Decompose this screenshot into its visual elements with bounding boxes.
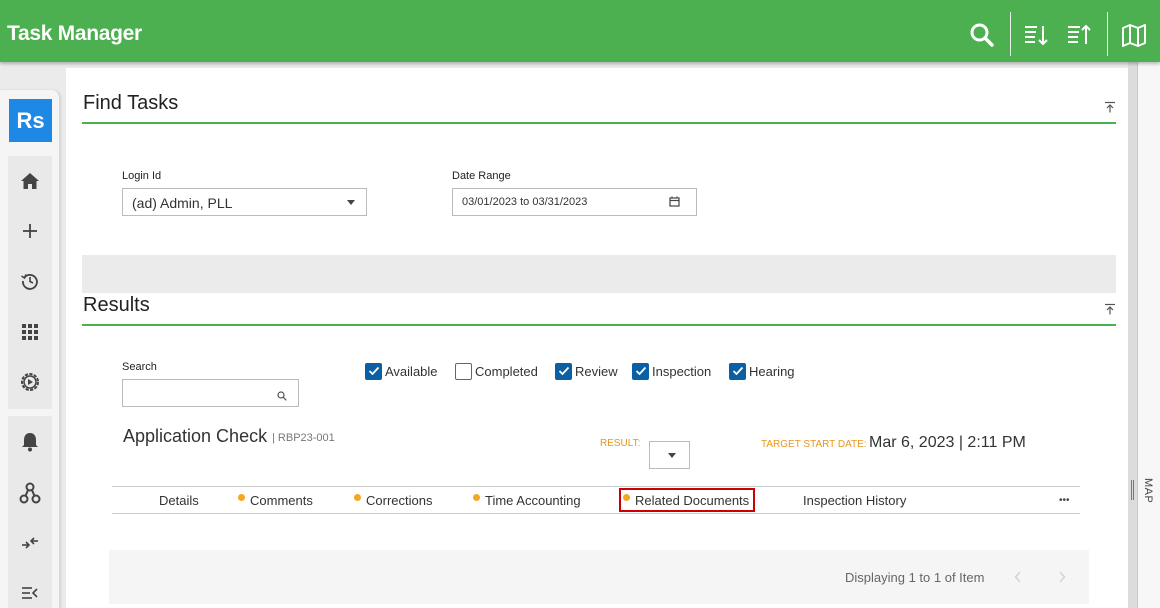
chevron-left-icon[interactable] bbox=[1014, 570, 1022, 588]
app-title: Task Manager bbox=[7, 22, 142, 45]
section-gap bbox=[82, 255, 1116, 293]
login-id-select[interactable]: (ad) Admin, PLL bbox=[122, 188, 367, 216]
tab-time-accounting[interactable]: Time Accounting bbox=[473, 487, 581, 514]
target-start-label: TARGET START DATE: bbox=[761, 439, 867, 450]
tab-label: Time Accounting bbox=[485, 493, 581, 508]
tab-label: Corrections bbox=[366, 493, 433, 508]
chevron-down-icon bbox=[347, 200, 355, 205]
find-tasks-header: Find Tasks bbox=[82, 92, 1116, 124]
filter-label: Hearing bbox=[749, 363, 795, 379]
tab-related-documents[interactable]: Related Documents bbox=[619, 488, 756, 512]
tab-details[interactable]: Details bbox=[159, 487, 199, 514]
login-id-label: Login Id bbox=[122, 170, 162, 182]
find-tasks-title: Find Tasks bbox=[83, 92, 179, 114]
notification-dot bbox=[238, 494, 245, 501]
tab-label: Comments bbox=[250, 493, 313, 508]
task-id: | RBP23-001 bbox=[272, 432, 335, 444]
transfer-icon[interactable] bbox=[8, 521, 52, 565]
task-title[interactable]: Application Check bbox=[123, 426, 267, 447]
checkbox-unchecked-icon[interactable] bbox=[455, 362, 472, 380]
filter-label: Review bbox=[575, 363, 618, 379]
results-pager: Displaying 1 to 1 of Item bbox=[109, 550, 1089, 604]
map-tab-label[interactable]: MAP bbox=[1142, 478, 1154, 503]
filter-completed-checkbox[interactable]: Completed bbox=[455, 362, 538, 380]
more-tabs-icon[interactable]: ••• bbox=[1059, 487, 1070, 514]
checkbox-checked-icon[interactable] bbox=[555, 362, 572, 380]
history-icon[interactable] bbox=[8, 259, 52, 303]
chevron-right-icon[interactable] bbox=[1058, 570, 1066, 588]
app-logo[interactable]: Rs bbox=[9, 99, 52, 142]
search-label: Search bbox=[122, 361, 157, 373]
notification-dot bbox=[623, 493, 630, 501]
collapse-icon[interactable] bbox=[1104, 100, 1116, 118]
results-title: Results bbox=[83, 294, 150, 316]
date-range-input[interactable]: 03/01/2023 to 03/31/2023 bbox=[452, 188, 697, 216]
sort-descending-icon[interactable] bbox=[1022, 21, 1050, 49]
filter-available-checkbox[interactable]: Available bbox=[365, 362, 438, 380]
notification-dot bbox=[354, 494, 361, 501]
settings-play-icon[interactable] bbox=[8, 360, 52, 404]
collapse-icon[interactable] bbox=[1104, 302, 1116, 320]
login-id-value: (ad) Admin, PLL bbox=[132, 195, 233, 211]
menu-collapse-icon[interactable] bbox=[8, 571, 52, 608]
filter-label: Available bbox=[385, 363, 438, 379]
app-header: Task Manager bbox=[0, 0, 1160, 62]
result-label: RESULT: bbox=[600, 438, 641, 449]
tab-inspection-history[interactable]: Inspection History bbox=[803, 487, 906, 514]
filter-label: Completed bbox=[475, 363, 538, 379]
header-divider bbox=[1107, 12, 1108, 56]
checkbox-checked-icon[interactable] bbox=[729, 362, 746, 380]
scroll-track bbox=[1128, 62, 1138, 608]
checkbox-checked-icon[interactable] bbox=[632, 362, 649, 380]
sidebar: Rs bbox=[0, 90, 60, 608]
target-start-value: Mar 6, 2023 | 2:11 PM bbox=[869, 434, 1026, 451]
search-icon[interactable] bbox=[968, 21, 996, 49]
filter-hearing-checkbox[interactable]: Hearing bbox=[729, 362, 795, 380]
filter-label: Inspection bbox=[652, 363, 712, 379]
date-range-value: 03/01/2023 to 03/31/2023 bbox=[462, 196, 588, 208]
task-tabs: Details Comments Corrections Time Accoun… bbox=[112, 486, 1080, 514]
notification-dot bbox=[473, 494, 480, 501]
filter-review-checkbox[interactable]: Review bbox=[555, 362, 618, 380]
calendar-icon[interactable] bbox=[669, 196, 680, 210]
tab-comments[interactable]: Comments bbox=[238, 487, 313, 514]
bell-icon[interactable] bbox=[8, 419, 52, 463]
search-icon[interactable] bbox=[277, 388, 287, 406]
results-header: Results bbox=[82, 294, 1116, 326]
map-icon[interactable] bbox=[1120, 21, 1148, 49]
search-input[interactable] bbox=[122, 379, 299, 407]
sort-ascending-icon[interactable] bbox=[1065, 21, 1093, 49]
result-select[interactable] bbox=[649, 441, 690, 469]
map-side-tab[interactable] bbox=[1138, 62, 1160, 608]
chevron-down-icon bbox=[668, 453, 676, 458]
tab-label: Inspection History bbox=[803, 493, 907, 508]
home-icon[interactable] bbox=[8, 159, 52, 203]
add-icon[interactable] bbox=[8, 209, 52, 253]
pager-text: Displaying 1 to 1 of Item bbox=[845, 570, 985, 585]
tab-label: Details bbox=[159, 493, 199, 508]
tab-corrections[interactable]: Corrections bbox=[354, 487, 432, 514]
workflow-icon[interactable] bbox=[8, 471, 52, 515]
tab-label: Related Documents bbox=[635, 492, 750, 508]
date-range-label: Date Range bbox=[452, 170, 511, 182]
map-resize-handle[interactable] bbox=[1131, 480, 1134, 500]
apps-grid-icon[interactable] bbox=[8, 310, 52, 354]
filter-inspection-checkbox[interactable]: Inspection bbox=[632, 362, 711, 380]
checkbox-checked-icon[interactable] bbox=[365, 362, 382, 380]
main-content bbox=[66, 68, 1128, 608]
header-divider bbox=[1010, 12, 1011, 56]
